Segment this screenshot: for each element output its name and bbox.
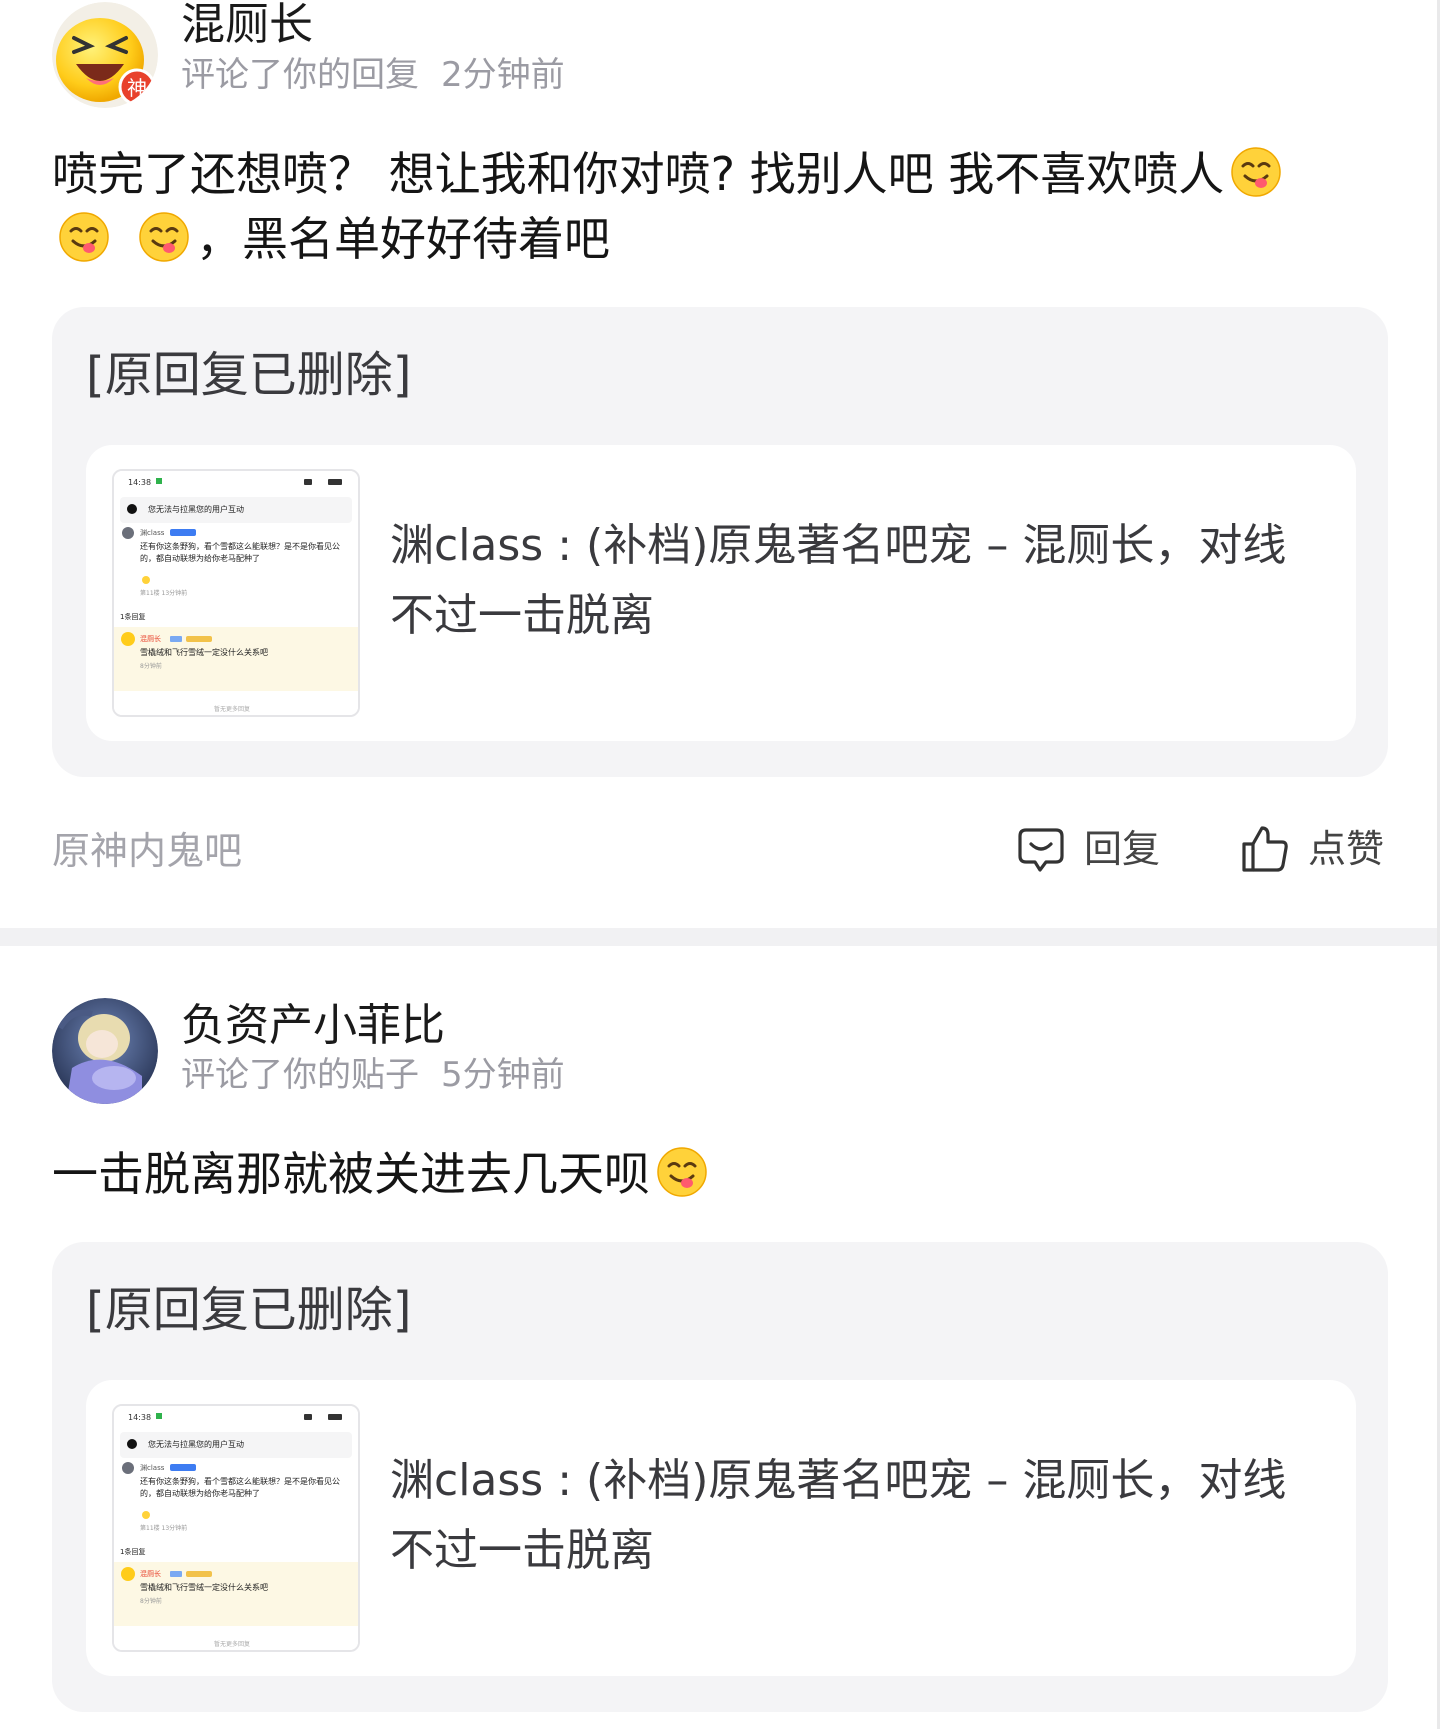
thumbnail-image: 14:38 您无法与拉黑您的用户互动 渊class 还有你这条野狗，看个雪都这么… <box>114 1406 358 1650</box>
reply-label: 回复 <box>1084 827 1161 871</box>
deleted-reply-notice: [原回复已删除] <box>86 1282 412 1338</box>
notification-card[interactable]: 神 混厕长 评论了你的回复 2分钟前 喷完了还想喷？ 想让我和你对喷? 找别人吧 … <box>0 0 1437 928</box>
thumb-notice: 您无法与拉黑您的用户互动 <box>148 504 244 514</box>
quoted-reply-box[interactable]: [原回复已删除] 14:38 您无法与拉黑您的用户互动 渊class 还有你这条… <box>52 307 1388 777</box>
yum-emoji-icon <box>657 1147 707 1197</box>
comment-line-2: ，黑名单好好待着吧 <box>196 212 610 266</box>
avatar[interactable] <box>52 998 158 1104</box>
yum-emoji-icon <box>59 212 109 262</box>
screenshot-thumbnail: 14:38 您无法与拉黑您的用户互动 渊class 还有你这条野狗，看个雪都这么… <box>112 1404 360 1652</box>
comment-text: 喷完了还想喷？ 想让我和你对喷? 找别人吧 我不喜欢喷人 ，黑名单好好待着吧 <box>52 142 1377 272</box>
thumb-notice: 您无法与拉黑您的用户互动 <box>148 1439 244 1449</box>
deleted-reply-notice: [原回复已删除] <box>86 347 412 403</box>
linked-post-title[interactable]: 渊class : (补档)原鬼著名吧宠 – 混厕长，对线不过一击脱离 <box>390 1446 1310 1586</box>
action-text: 评论了你的回复 <box>181 55 419 95</box>
thumb-reply-count: 1条回复 <box>120 1547 145 1556</box>
forum-name[interactable]: 原神内鬼吧 <box>52 832 242 870</box>
linked-post-card[interactable]: 14:38 您无法与拉黑您的用户互动 渊class 还有你这条野狗，看个雪都这么… <box>86 1380 1356 1676</box>
username[interactable]: 混厕长 <box>181 3 313 47</box>
thumb-post-text: 还有你这条野狗，看个雪都这么能联想？是不是你看见公的，都自动联想为给你老马配种了 <box>140 1477 340 1498</box>
thumb-reply-text: 雪橇绒和飞行雪绒一定没什么关系吧 <box>140 1582 268 1592</box>
thumb-status-time: 14:38 <box>128 1413 151 1422</box>
like-button[interactable]: 点赞 <box>1240 824 1384 874</box>
thumb-reply-text: 雪橇绒和飞行雪绒一定没什么关系吧 <box>140 647 268 657</box>
comment-line-1: 喷完了还想喷？ 想让我和你对喷? 找别人吧 我不喜欢喷人 <box>52 147 1225 201</box>
notification-card[interactable]: 负资产小菲比 评论了你的贴子 5分钟前 一击脱离那就被关进去几天呗 [原回复已删除… <box>0 946 1437 1729</box>
avatar[interactable]: 神 <box>52 2 158 108</box>
thumb-footer: 暂无更多回复 <box>214 1640 250 1648</box>
badge-shen: 神 <box>127 76 147 100</box>
thumb-reply-time: 8分钟前 <box>140 662 162 670</box>
thumb-user2: 混厕长 <box>140 634 161 643</box>
timestamp: 5分钟前 <box>441 1055 565 1095</box>
notification-meta: 评论了你的贴子 5分钟前 <box>181 1058 565 1092</box>
thumb-status-time: 14:38 <box>128 478 151 487</box>
reply-button[interactable]: 回复 <box>1016 824 1160 874</box>
thumb-footer: 暂无更多回复 <box>214 705 250 713</box>
thumb-floor-info: 第11楼 13分钟前 <box>140 589 187 597</box>
notification-meta: 评论了你的回复 2分钟前 <box>181 58 565 92</box>
like-label: 点赞 <box>1308 827 1385 871</box>
yum-emoji-icon <box>1231 147 1282 197</box>
comment-icon <box>1018 828 1064 872</box>
thumb-user1: 渊class <box>140 1463 165 1472</box>
thumb-post-text: 还有你这条野狗，看个雪都这么能联想？是不是你看见公的，都自动联想为给你老马配种了 <box>140 542 340 563</box>
section-divider <box>0 928 1437 946</box>
thumb-up-icon <box>1242 826 1288 872</box>
thumb-reply-time: 8分钟前 <box>140 1597 162 1605</box>
thumbnail-image: 14:38 您无法与拉黑您的用户互动 渊class 还有你这条野狗，看个雪都这么… <box>114 471 358 715</box>
username[interactable]: 负资产小菲比 <box>181 1004 445 1048</box>
quoted-reply-box[interactable]: [原回复已删除] 14:38 您无法与拉黑您的用户互动 渊class 还有你这条… <box>52 1242 1388 1712</box>
thumb-user2: 混厕长 <box>140 1569 161 1578</box>
comment-content: 一击脱离那就被关进去几天呗 <box>52 1147 650 1201</box>
action-text: 评论了你的贴子 <box>181 1055 419 1095</box>
thumb-reply-count: 1条回复 <box>120 612 145 621</box>
linked-post-title[interactable]: 渊class : (补档)原鬼著名吧宠 – 混厕长，对线不过一击脱离 <box>390 511 1310 651</box>
yum-emoji-icon <box>139 212 189 262</box>
timestamp: 2分钟前 <box>441 55 565 95</box>
comment-text: 一击脱离那就被关进去几天呗 <box>52 1142 1377 1207</box>
thumb-user1: 渊class <box>140 528 165 537</box>
linked-post-card[interactable]: 14:38 您无法与拉黑您的用户互动 渊class 还有你这条野狗，看个雪都这么… <box>86 445 1356 741</box>
screenshot-thumbnail: 14:38 您无法与拉黑您的用户互动 渊class 还有你这条野狗，看个雪都这么… <box>112 469 360 717</box>
thumb-floor-info: 第11楼 13分钟前 <box>140 1524 187 1532</box>
